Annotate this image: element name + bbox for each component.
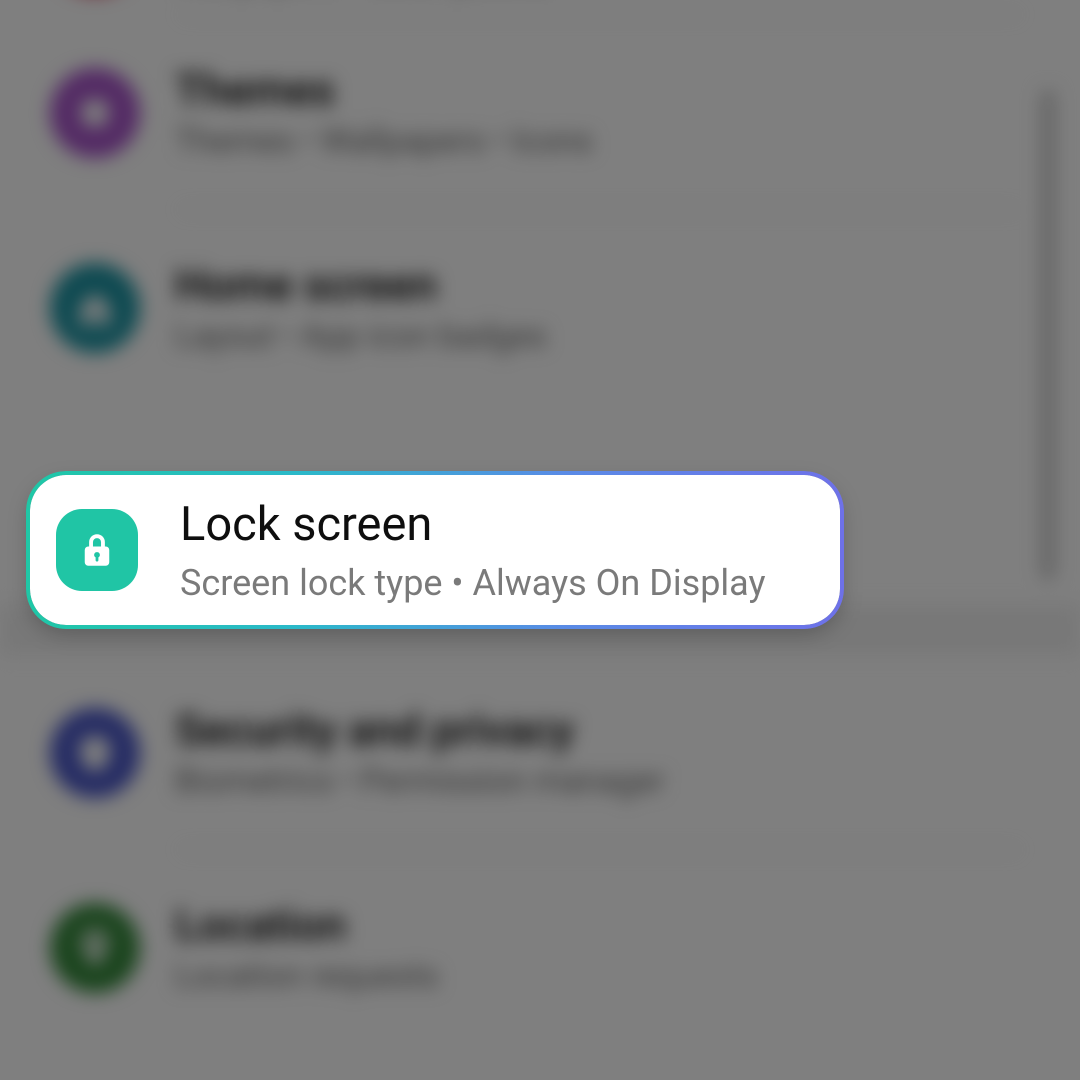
item-subtitle: Layout • App icon badges bbox=[175, 317, 547, 356]
lock-screen-title: Lock screen bbox=[180, 497, 766, 552]
location-icon bbox=[50, 903, 140, 993]
security-icon bbox=[50, 708, 140, 798]
settings-item-wallpaper[interactable]: Wallpaper and style Wallpapers • Color p… bbox=[0, 0, 1080, 15]
item-subtitle: Location requests bbox=[175, 957, 439, 996]
settings-item-themes[interactable]: Themes Themes • Wallpapers • Icons bbox=[0, 15, 1080, 210]
item-subtitle: Biometrics • Permission manager bbox=[175, 762, 665, 801]
settings-item-lock-screen[interactable]: Lock screen Screen lock type • Always On… bbox=[30, 475, 840, 625]
item-subtitle: Themes • Wallpapers • Icons bbox=[175, 122, 593, 161]
settings-item-security-privacy[interactable]: Security and privacy Biometrics • Permis… bbox=[0, 655, 1080, 850]
settings-item-location[interactable]: Location Location requests bbox=[0, 850, 1080, 1045]
item-title: Location bbox=[175, 899, 439, 951]
lock-screen-subtitle: Screen lock type • Always On Display bbox=[180, 562, 766, 604]
item-title: Themes bbox=[175, 64, 593, 116]
item-title: Home screen bbox=[175, 259, 547, 311]
home-screen-icon bbox=[50, 263, 140, 353]
item-title: Security and privacy bbox=[175, 704, 665, 756]
settings-item-home-screen[interactable]: Home screen Layout • App icon badges bbox=[0, 210, 1080, 405]
scrollbar[interactable] bbox=[1041, 90, 1055, 580]
lock-icon bbox=[56, 509, 138, 591]
themes-icon bbox=[50, 68, 140, 158]
